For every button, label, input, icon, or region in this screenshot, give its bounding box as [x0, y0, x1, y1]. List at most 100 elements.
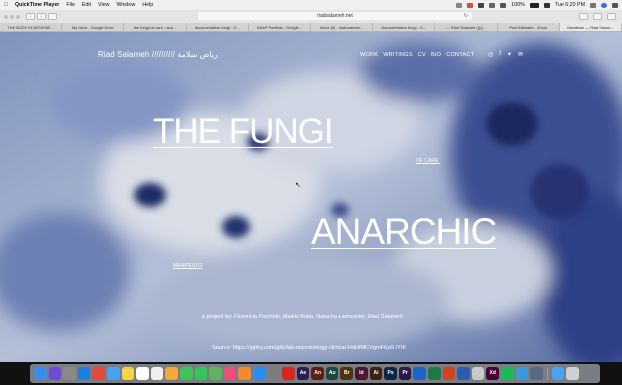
reminders-icon[interactable]: [150, 367, 164, 380]
back-button[interactable]: ‹: [26, 13, 35, 20]
tab[interactable]: documentation fungi - G...: [373, 23, 436, 31]
menu-help[interactable]: Help: [142, 2, 153, 8]
site-name[interactable]: Riad Salameh ////////// رياض سلامة: [98, 50, 218, 59]
of-care-link[interactable]: OF CARE:: [416, 158, 440, 164]
twitter-icon[interactable]: ✦: [507, 51, 512, 58]
nav-bio[interactable]: BIO: [431, 52, 441, 58]
apple-icon[interactable]: : [4, 2, 8, 8]
forward-button[interactable]: ›: [37, 13, 46, 20]
itunes-icon[interactable]: [223, 367, 237, 380]
zoom-window-button[interactable]: [16, 14, 20, 19]
web-page: Riad Salameh ////////// رياض سلامة WORK …: [0, 32, 622, 362]
tab[interactable]: THE BODY IN MOVEME...: [0, 23, 63, 31]
wifi-icon[interactable]: [500, 2, 507, 8]
cleaner-icon[interactable]: [515, 367, 529, 380]
aftereffects-icon[interactable]: Ae: [296, 367, 310, 380]
social-links: ◎ f ✦ ✉: [488, 51, 523, 58]
audition-icon[interactable]: Au: [325, 367, 339, 380]
siri-menu-icon[interactable]: [601, 2, 607, 8]
downloads-icon[interactable]: [551, 367, 565, 380]
photos-icon[interactable]: [165, 367, 178, 380]
premiere-icon[interactable]: Pr: [398, 367, 412, 380]
screen:  QuickTime Player File Edit View Window…: [0, 0, 622, 385]
chrome-icon[interactable]: [92, 367, 105, 380]
mail-icon[interactable]: [106, 367, 120, 380]
launchpad-icon[interactable]: [63, 367, 76, 380]
photoshop-icon[interactable]: Ps: [384, 367, 397, 380]
reload-icon[interactable]: ↻: [464, 12, 468, 20]
instagram-icon[interactable]: ◎: [488, 51, 493, 58]
menu-edit[interactable]: Edit: [82, 2, 91, 8]
notes-icon[interactable]: [121, 367, 135, 380]
menu-window[interactable]: Window: [116, 2, 135, 8]
tab[interactable]: Inbox (5) - riadnsalame...: [311, 23, 374, 31]
appstore-icon[interactable]: [252, 367, 266, 380]
tab[interactable]: DAAP Portfolio - Google...: [249, 23, 312, 31]
nav-work[interactable]: WORK: [360, 52, 378, 58]
menu-view[interactable]: View: [98, 2, 109, 8]
excel-icon[interactable]: [428, 367, 441, 380]
nav-contact[interactable]: CONTACT: [446, 52, 474, 58]
mouse-cursor-icon: ↖: [295, 182, 301, 189]
preferences-icon[interactable]: [267, 367, 281, 380]
word-icon[interactable]: [457, 367, 470, 380]
notification-center-icon[interactable]: [612, 2, 618, 8]
indesign-icon[interactable]: Id: [355, 367, 368, 380]
siri-icon[interactable]: [48, 367, 62, 380]
share-button[interactable]: [593, 13, 602, 20]
spotlight-icon[interactable]: [590, 2, 596, 8]
animate-icon[interactable]: An: [311, 367, 324, 380]
downloads-button[interactable]: [579, 13, 588, 20]
window-controls: [4, 14, 20, 19]
site-nav: WORK WRITINGS CV BIO CONTACT: [360, 52, 474, 58]
menu-file[interactable]: File: [66, 2, 75, 8]
project-credits: a project by: Florencia Pochinki, Maikki…: [202, 314, 403, 320]
battery-icon[interactable]: [529, 2, 539, 8]
calendar-icon[interactable]: [136, 367, 149, 380]
bridge-icon[interactable]: Br: [340, 367, 354, 380]
minimize-window-button[interactable]: [10, 14, 14, 19]
facebook-icon[interactable]: f: [499, 51, 501, 58]
tab[interactable]: documentation fungi - G...: [187, 23, 249, 31]
title-anarchic[interactable]: ANARCHIC: [311, 213, 497, 250]
flag-icon[interactable]: [543, 2, 550, 8]
powerpoint-icon[interactable]: [442, 367, 456, 380]
spotify-icon[interactable]: [501, 367, 514, 380]
acrobat-icon[interactable]: [282, 367, 295, 380]
xd-icon[interactable]: Xd: [486, 367, 499, 380]
email-icon[interactable]: ✉: [518, 51, 523, 58]
extension-icon[interactable]: [467, 2, 474, 8]
safari-icon[interactable]: [77, 367, 91, 380]
tab[interactable]: the fungit of care - ana...: [124, 23, 187, 31]
tabs-overview-button[interactable]: [607, 13, 616, 20]
recording-icon[interactable]: [456, 2, 463, 8]
clock[interactable]: Tue 6:20 PM: [555, 2, 585, 8]
address-bar[interactable]: riadsalameh.net ↻: [198, 12, 472, 20]
messages-icon[interactable]: [194, 367, 208, 380]
tab[interactable]: Post Attendee - Zoom: [498, 23, 560, 31]
tab[interactable]: — Riad Salameh (((((...: [435, 23, 498, 31]
dock-area: Ae An Au Br Id Ai Ps Pr Xd: [0, 362, 622, 385]
dropbox-icon[interactable]: [478, 2, 485, 8]
illustrator-icon[interactable]: Ai: [369, 367, 383, 380]
title-fungi[interactable]: THE FUNGI: [153, 114, 334, 149]
trash-icon[interactable]: [566, 367, 579, 380]
finder-icon[interactable]: [34, 367, 47, 380]
maps-icon[interactable]: [209, 367, 222, 380]
manifesto-link[interactable]: MANIFESTO: [173, 263, 202, 269]
books-icon[interactable]: [238, 367, 251, 380]
close-window-button[interactable]: [4, 14, 8, 19]
quicktime-icon[interactable]: [530, 367, 543, 380]
help-icon[interactable]: [471, 367, 485, 380]
app-menu[interactable]: QuickTime Player: [15, 2, 59, 8]
outlook-icon[interactable]: [413, 367, 427, 380]
dock: Ae An Au Br Id Ai Ps Pr Xd: [30, 364, 600, 383]
tab[interactable]: My Drive - Google Drive: [62, 23, 125, 31]
tab-active[interactable]: Manifesto — Riad Salam...: [559, 23, 622, 31]
sidebar-toggle-button[interactable]: [48, 13, 57, 20]
facetime-icon[interactable]: [179, 367, 193, 380]
nav-cv[interactable]: CV: [418, 52, 426, 58]
nav-writings[interactable]: WRITINGS: [383, 52, 413, 58]
status-area: 100% Tue 6:20 PM: [456, 2, 618, 8]
bluetooth-icon[interactable]: [489, 2, 496, 8]
